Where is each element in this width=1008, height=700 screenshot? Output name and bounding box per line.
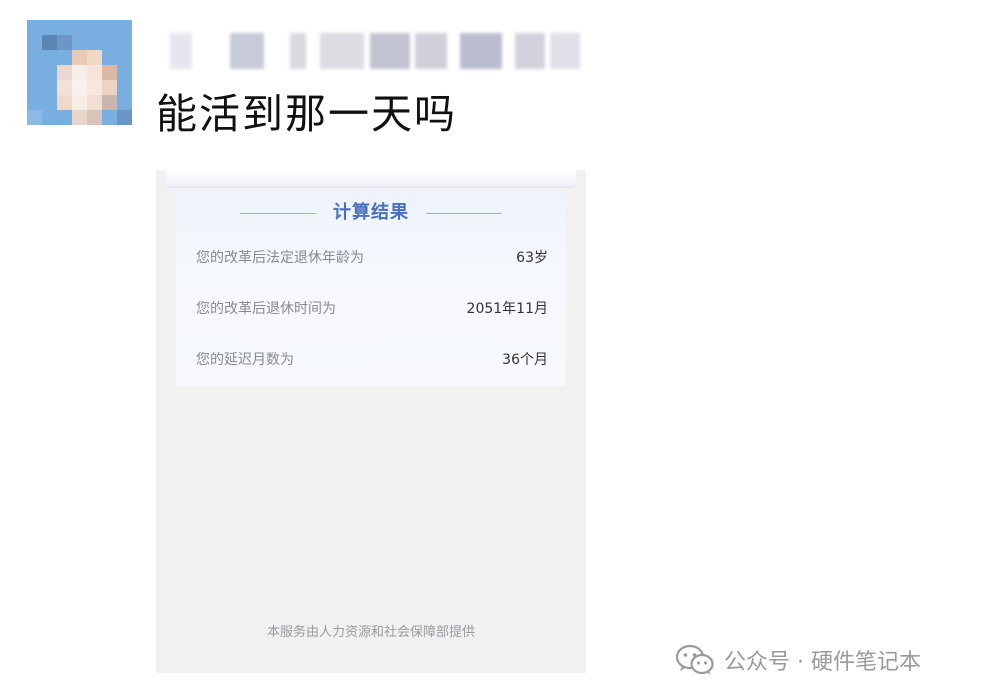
watermark: 公众号 · 硬件笔记本 [676, 640, 921, 680]
result-title: 计算结果 [333, 202, 409, 223]
row-label: 您的改革后法定退休年龄为 [196, 250, 364, 266]
header-divider-left [240, 213, 316, 214]
watermark-text: 公众号 · 硬件笔记本 [724, 650, 921, 675]
header-divider-right [426, 213, 502, 214]
avatar[interactable] [27, 20, 132, 125]
service-provider-note: 本服务由人力资源和社会保障部提供 [266, 625, 475, 640]
screenshot-top-bar [166, 170, 576, 188]
result-header: 计算结果 [176, 200, 566, 226]
result-panel: 计算结果 您的改革后法定退休年龄为 63岁 您的改革后退休时间为 2051年11… [176, 190, 566, 386]
result-row-retirement-age: 您的改革后法定退休年龄为 63岁 [196, 246, 548, 270]
result-row-retirement-date: 您的改革后退休时间为 2051年11月 [196, 297, 548, 321]
row-label: 您的改革后退休时间为 [196, 301, 336, 317]
row-value: 2051年11月 [466, 301, 548, 317]
message-text: 能活到那一天吗 [156, 90, 457, 138]
result-row-delay-months: 您的延迟月数为 36个月 [196, 348, 548, 372]
wechat-icon [676, 644, 714, 675]
row-value: 63岁 [516, 250, 548, 266]
row-value: 36个月 [502, 352, 548, 368]
obscured-username [170, 33, 580, 69]
chat-message-page: 能活到那一天吗 计算结果 您的改革后法定退休年龄为 63岁 您的改革后退休时间为… [0, 0, 1008, 700]
retirement-result-screenshot[interactable]: 计算结果 您的改革后法定退休年龄为 63岁 您的改革后退休时间为 2051年11… [156, 170, 586, 673]
row-label: 您的延迟月数为 [196, 352, 294, 368]
